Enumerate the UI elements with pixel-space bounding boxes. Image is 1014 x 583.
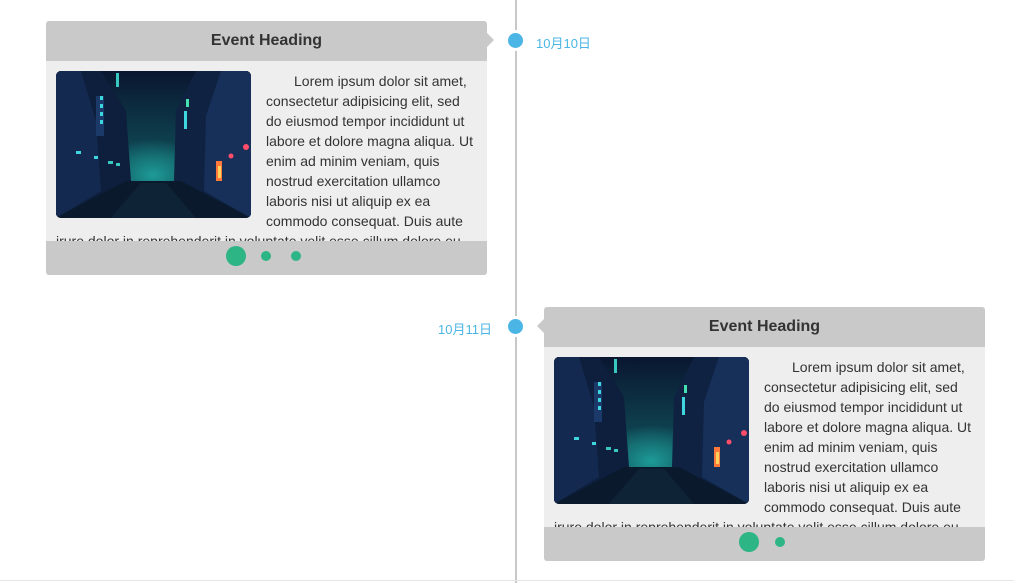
bottom-divider: [0, 580, 1014, 581]
pagination-dot-1[interactable]: [739, 532, 759, 552]
event-heading: Event Heading: [544, 307, 985, 347]
pagination-dot-1[interactable]: [226, 246, 246, 266]
timeline-marker-2: [508, 319, 523, 334]
event-date-1: 10月10日: [536, 36, 591, 51]
timeline-line: [515, 0, 517, 583]
event-body: Lorem ipsum dolor sit amet, consectetur …: [554, 357, 975, 527]
night-city-street-image: [56, 71, 251, 218]
event-body: Lorem ipsum dolor sit amet, consectetur …: [56, 71, 477, 241]
timeline-marker-1: [508, 33, 523, 48]
event-date-2: 10月11日: [438, 322, 492, 337]
pagination-dot-2[interactable]: [775, 537, 785, 547]
event-heading: Event Heading: [46, 21, 487, 61]
card-pagination: [46, 241, 487, 275]
night-city-street-image: [554, 357, 749, 504]
pagination-dot-2[interactable]: [261, 251, 271, 261]
event-card-1: Event Heading Lorem ipsum dolor sit amet…: [46, 21, 494, 275]
card-pointer: [487, 33, 494, 47]
event-card-2: Event Heading Lorem ipsum dolor sit amet…: [537, 307, 985, 561]
card-pointer: [537, 319, 544, 333]
card-pagination: [544, 527, 985, 561]
pagination-dot-3[interactable]: [291, 251, 301, 261]
